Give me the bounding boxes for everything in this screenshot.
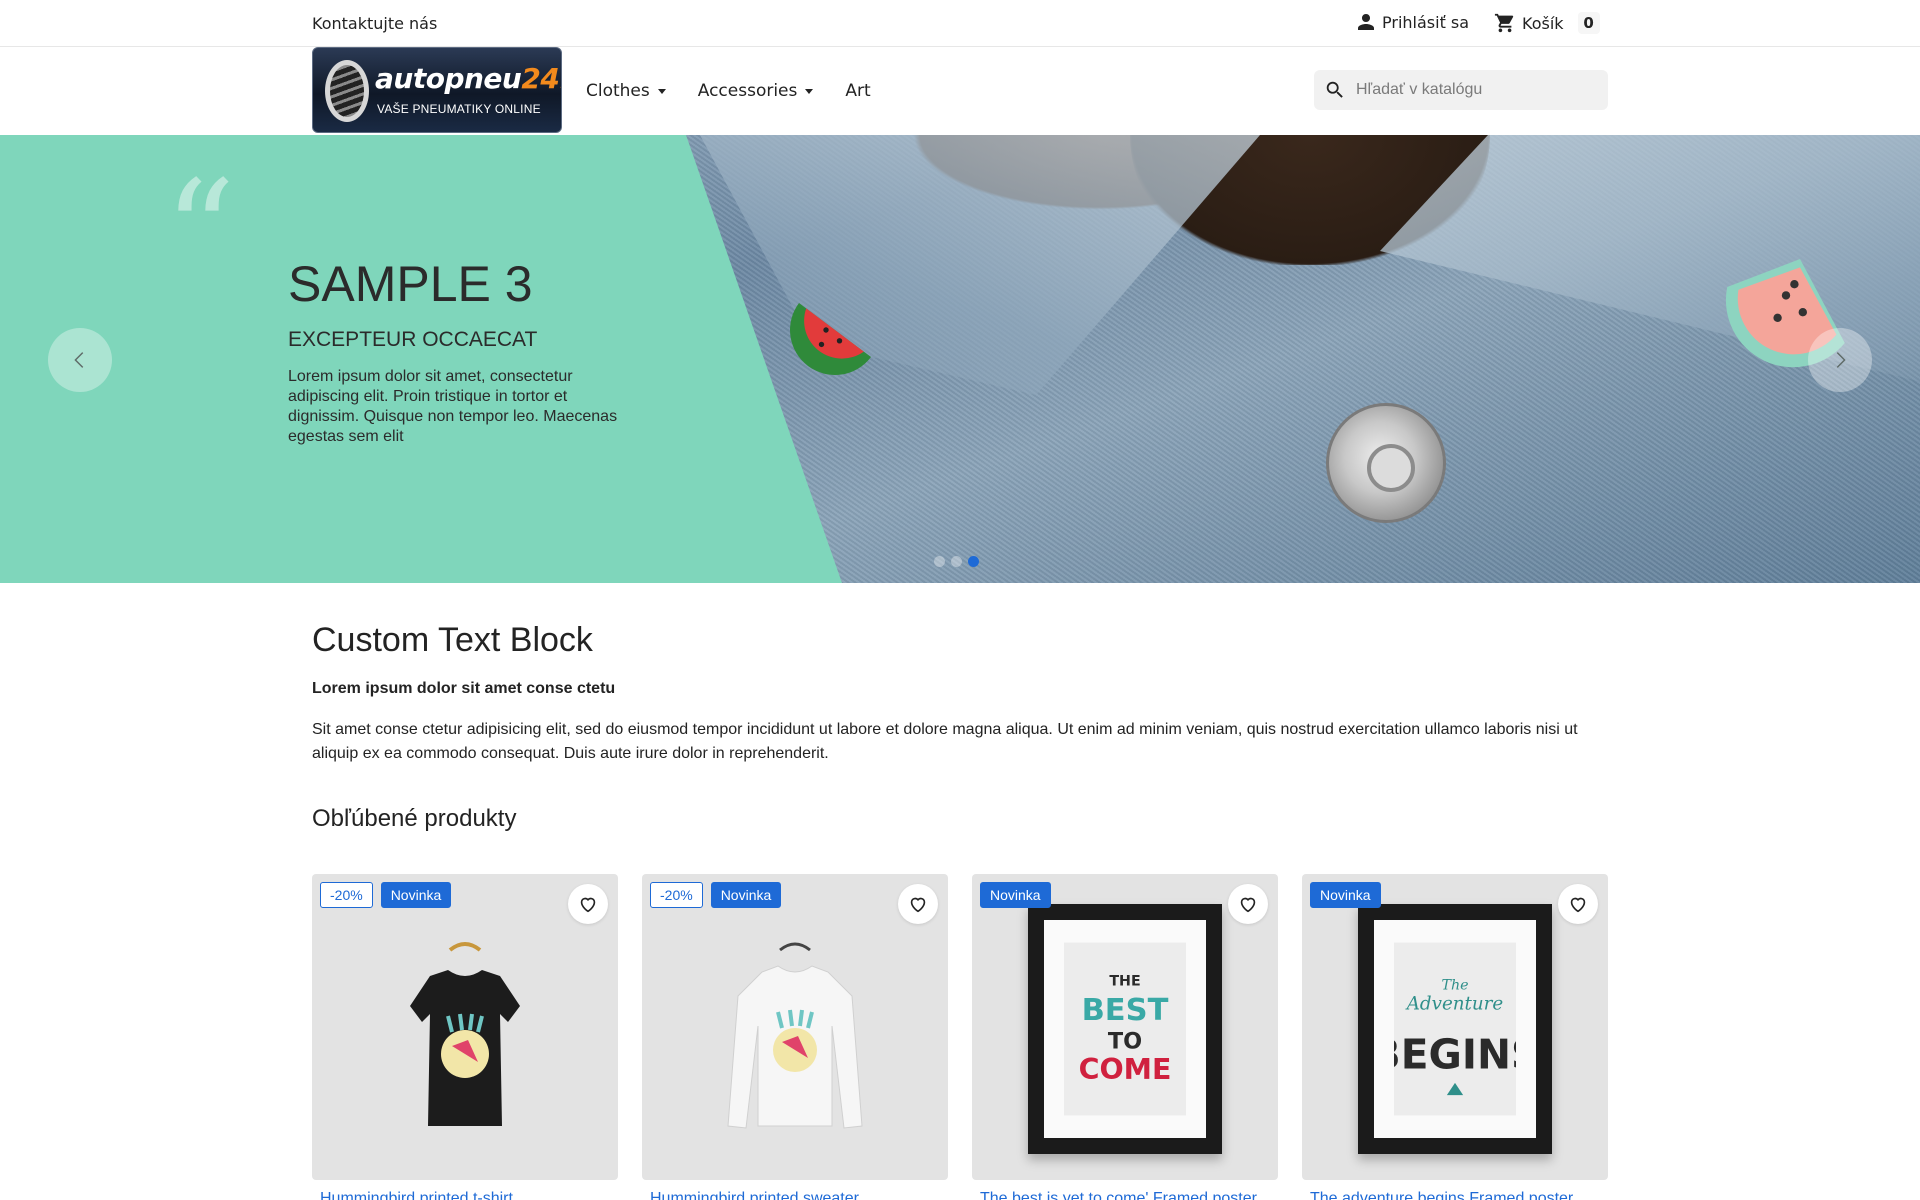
watermelon-pin-icon bbox=[790, 303, 871, 375]
white-sweater-image bbox=[727, 942, 863, 1129]
caret-down-icon bbox=[657, 88, 666, 94]
product-badges: -20% Novinka bbox=[650, 882, 782, 908]
quote-icon: “ bbox=[164, 151, 236, 314]
svg-text:The: The bbox=[1441, 977, 1468, 993]
framed-poster-best-image: THE BEST TO COME bbox=[1028, 904, 1222, 1154]
carousel-next-button[interactable] bbox=[1808, 328, 1872, 392]
discount-badge: -20% bbox=[650, 882, 703, 908]
site-logo[interactable]: autopneu24.sk VAŠE PNEUMATIKY ONLINE bbox=[312, 47, 562, 133]
poster-best-artwork: THE BEST TO COME bbox=[1064, 942, 1186, 1116]
cart-link[interactable]: Košík 0 bbox=[1494, 12, 1600, 34]
nav-clothes-label: Clothes bbox=[586, 81, 650, 101]
svg-text:Adventure: Adventure bbox=[1405, 994, 1504, 1015]
product-image[interactable]: -20% Novinka bbox=[642, 874, 948, 1180]
chevron-left-icon bbox=[74, 352, 84, 368]
signin-link[interactable]: Prihlásiť sa bbox=[1356, 12, 1469, 32]
heart-icon bbox=[1240, 897, 1256, 913]
new-badge: Novinka bbox=[980, 882, 1051, 908]
carousel-dot-2[interactable] bbox=[951, 556, 962, 567]
product-card[interactable]: -20% Novinka Hummingbird printed t-shirt bbox=[312, 874, 618, 1200]
svg-text:TO: TO bbox=[1108, 1028, 1142, 1054]
heart-icon bbox=[910, 897, 926, 913]
heart-icon bbox=[580, 897, 596, 913]
top-bar: Kontaktujte nás Prihlásiť sa Košík 0 bbox=[0, 0, 1920, 47]
product-name[interactable]: Hummingbird printed sweater bbox=[642, 1190, 942, 1200]
search-box bbox=[1314, 70, 1608, 110]
product-badges: -20% Novinka bbox=[320, 882, 452, 908]
product-card[interactable]: The Adventure BEGINS Novinka The adventu… bbox=[1302, 874, 1608, 1200]
poster-mat: THE BEST TO COME bbox=[1044, 920, 1206, 1138]
search-input[interactable] bbox=[1356, 81, 1596, 99]
crew-button bbox=[1326, 403, 1446, 523]
product-badges: Novinka bbox=[1310, 882, 1381, 908]
carousel-dot-1[interactable] bbox=[934, 556, 945, 567]
custom-block-title: Custom Text Block bbox=[312, 621, 593, 659]
slide-title: SAMPLE 3 bbox=[288, 256, 533, 312]
carousel-prev-button[interactable] bbox=[48, 328, 112, 392]
contact-link[interactable]: Kontaktujte nás bbox=[312, 14, 437, 33]
user-icon bbox=[1358, 14, 1374, 30]
carousel-dot-3[interactable] bbox=[968, 556, 979, 567]
header: autopneu24.sk VAŠE PNEUMATIKY ONLINE Clo… bbox=[0, 47, 1920, 135]
new-badge: Novinka bbox=[380, 882, 452, 908]
product-card[interactable]: THE BEST TO COME Novinka The best is yet… bbox=[972, 874, 1278, 1200]
new-badge: Novinka bbox=[710, 882, 782, 908]
nav-accessories-label: Accessories bbox=[697, 81, 798, 101]
black-tshirt-image bbox=[410, 942, 520, 1126]
cart-icon bbox=[1494, 13, 1514, 33]
logo-brand: autopneu24.sk bbox=[375, 62, 561, 95]
logo-tagline: VAŠE PNEUMATIKY ONLINE bbox=[377, 102, 541, 116]
wishlist-button[interactable] bbox=[1228, 884, 1268, 924]
chevron-right-icon bbox=[1836, 352, 1846, 368]
discount-badge: -20% bbox=[320, 882, 373, 908]
product-image[interactable]: The Adventure BEGINS Novinka bbox=[1302, 874, 1608, 1180]
framed-poster-adventure-image: The Adventure BEGINS bbox=[1358, 904, 1552, 1154]
hero-carousel: “ SAMPLE 3 EXCEPTEUR OCCAECAT Lorem ipsu… bbox=[0, 135, 1920, 583]
wishlist-button[interactable] bbox=[1558, 884, 1598, 924]
product-image[interactable]: -20% Novinka bbox=[312, 874, 618, 1180]
carousel-indicators bbox=[934, 556, 979, 567]
wishlist-button[interactable] bbox=[568, 884, 608, 924]
main-nav: Clothes Accessories Art bbox=[586, 81, 871, 101]
heart-icon bbox=[1570, 897, 1586, 913]
slide-image bbox=[686, 135, 1920, 583]
svg-text:THE: THE bbox=[1109, 973, 1140, 989]
product-image[interactable]: THE BEST TO COME Novinka bbox=[972, 874, 1278, 1180]
signin-label: Prihlásiť sa bbox=[1382, 12, 1470, 32]
svg-text:COME: COME bbox=[1079, 1053, 1172, 1086]
slide-image-collar-left bbox=[700, 135, 1260, 395]
custom-block-lead: Lorem ipsum dolor sit amet conse ctetu bbox=[312, 680, 616, 697]
featured-products-list: -20% Novinka Hummingbird printed t-shirt… bbox=[312, 874, 1608, 1200]
search-icon[interactable] bbox=[1324, 79, 1346, 101]
product-name[interactable]: The best is yet to come' Framed poster bbox=[972, 1190, 1272, 1200]
poster-mat: The Adventure BEGINS bbox=[1370, 920, 1540, 1138]
product-card[interactable]: -20% Novinka Hummingbird printed sweater bbox=[642, 874, 948, 1200]
cart-count: 0 bbox=[1577, 12, 1600, 34]
svg-text:BEGINS: BEGINS bbox=[1394, 1031, 1516, 1079]
product-badges: Novinka bbox=[980, 882, 1051, 908]
cart-label: Košík bbox=[1522, 13, 1564, 33]
caret-down-icon bbox=[805, 88, 814, 94]
tire-logo-icon bbox=[325, 60, 369, 122]
nav-item-clothes[interactable]: Clothes bbox=[586, 81, 666, 101]
nav-item-art[interactable]: Art bbox=[845, 81, 870, 101]
slide-subtitle: EXCEPTEUR OCCAECAT bbox=[288, 328, 538, 351]
nav-item-accessories[interactable]: Accessories bbox=[698, 81, 814, 101]
nav-art-label: Art bbox=[845, 81, 871, 101]
wishlist-button[interactable] bbox=[898, 884, 938, 924]
custom-block-text: Sit amet conse ctetur adipisicing elit, … bbox=[312, 721, 1578, 762]
new-badge: Novinka bbox=[1310, 882, 1381, 908]
svg-text:BEST: BEST bbox=[1082, 993, 1169, 1028]
slide-text: Lorem ipsum dolor sit amet, consectetur … bbox=[288, 368, 618, 445]
product-name[interactable]: The adventure begins Framed poster bbox=[1302, 1190, 1602, 1200]
featured-products-title: Obľúbené produkty bbox=[312, 805, 517, 832]
product-name[interactable]: Hummingbird printed t-shirt bbox=[312, 1190, 612, 1200]
poster-adventure-artwork: The Adventure BEGINS bbox=[1370, 942, 1540, 1116]
